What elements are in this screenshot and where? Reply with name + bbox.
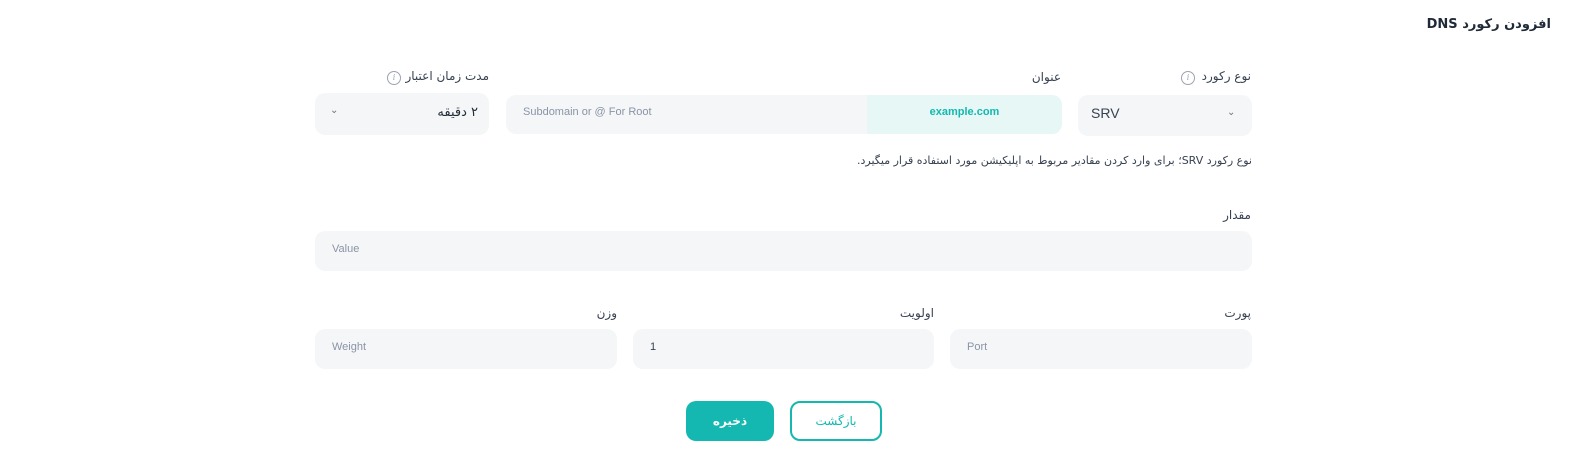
record-type-label-group: نوع رکورد (1202, 69, 1251, 83)
value-input-placeholder: Value (332, 243, 360, 255)
page-title: افزودن رکورد DNS (1426, 17, 1551, 32)
save-button[interactable]: ذخیره (686, 401, 774, 441)
ttl-label: مدت زمان اعتبار (405, 69, 489, 83)
record-type-select[interactable]: SRV ⌄ (1078, 95, 1252, 136)
priority-label: اولویت (899, 306, 934, 320)
weight-input[interactable]: Weight (315, 329, 617, 369)
priority-value: 1 (650, 341, 657, 353)
priority-input[interactable]: 1 (633, 329, 934, 369)
name-label: عنوان (1031, 70, 1061, 84)
ttl-value: ۲ دقیقه (437, 105, 478, 120)
record-type-label: نوع رکورد (1201, 69, 1251, 83)
weight-input-placeholder: Weight (332, 341, 367, 353)
record-type-value: SRV (1091, 105, 1120, 121)
name-field[interactable]: Subdomain or @ For Root example.com (506, 95, 1062, 134)
domain-suffix: example.com (867, 95, 1062, 134)
port-input-placeholder: Port (967, 341, 988, 353)
domain-suffix-text: example.com (929, 106, 1000, 118)
value-input[interactable]: Value (315, 231, 1252, 271)
back-button[interactable]: بازگشت (790, 401, 882, 441)
ttl-select[interactable]: ۲ دقیقه ⌄ (315, 93, 489, 135)
ttl-info-icon[interactable]: i (387, 71, 401, 85)
name-input-placeholder[interactable]: Subdomain or @ For Root (523, 106, 652, 118)
chevron-down-icon: ⌄ (330, 105, 339, 116)
chevron-down-icon: ⌄ (1227, 107, 1236, 118)
record-type-info-icon[interactable]: i (1181, 71, 1195, 85)
value-label: مقدار (1223, 208, 1251, 222)
port-label: پورت (1224, 306, 1251, 320)
weight-label: وزن (596, 306, 617, 320)
port-input[interactable]: Port (950, 329, 1252, 369)
record-type-hint: نوع رکورد SRV؛ برای وارد کردن مقادیر مرب… (857, 154, 1252, 167)
